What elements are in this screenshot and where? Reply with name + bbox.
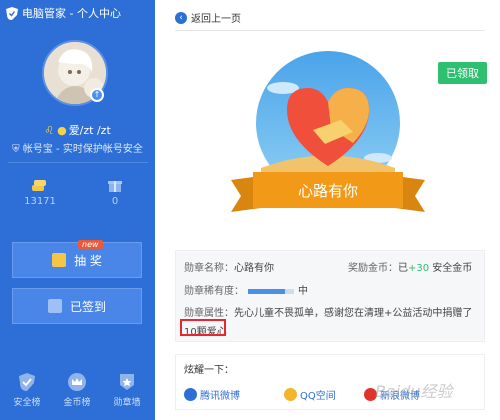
medal-name-value: 心路有你 [234,263,274,274]
reward-suffix: 安全金币 [432,263,473,274]
medal-badge-image: 心路有你 [231,51,425,212]
gifts-value: 0 [111,196,119,207]
medal-detail-panel: ‹ 返回上一页 心路有你 已领取 勋章名称：心路有你 奖励金币：已+30 安全金… [155,0,500,420]
back-label: 返回上一页 [191,14,241,25]
nav-security-rank-label: 安全榜 [13,398,41,408]
nav-coin-rank-label: 金币榜 [63,398,91,408]
medal-name-label: 勋章名称： [184,263,234,274]
watermark: Baidu经验 [375,382,453,401]
back-arrow-icon: ‹ [175,11,187,24]
username: 爱/zt /zt [68,124,111,137]
coins-stat[interactable]: 13171 [10,178,70,207]
nav-coin-rank[interactable]: 金币榜 [52,372,102,408]
checkin-icon [47,299,62,313]
coins-value: 13171 [24,196,56,207]
lottery-label: 抽 奖 [74,253,102,268]
upload-icon[interactable]: ↑ [90,88,104,102]
tencent-weibo-icon [184,388,197,401]
claimed-badge: 已领取 [438,62,487,84]
share-qzone-label: QQ空间 [300,391,336,402]
reward-label: 奖励金币： [348,263,398,274]
rarity-level: 中 [298,286,308,297]
share-tencent-weibo[interactable]: 腾讯微博 [184,387,240,402]
rarity-progress-fill [248,288,285,294]
lock-icon: ⛨ [12,144,20,155]
lottery-button[interactable]: 抽 奖 [12,242,142,278]
divider [175,30,485,31]
rarity-row: 勋章稀有度： 中 [184,282,308,297]
back-button[interactable]: ‹ 返回上一页 [175,10,241,25]
crown-icon [68,373,86,391]
nav-security-rank[interactable]: 安全榜 [2,372,52,408]
shield-check-icon [19,373,35,391]
coin-stack-icon [32,180,46,191]
app-logo-icon [6,6,18,20]
share-title: 炫耀一下： [184,365,234,376]
account-protection[interactable]: ⛨ 帐号宝 - 实时保护帐号安全 [0,140,155,155]
gift-icon [108,181,122,192]
attribute-row: 勋章属性：先心儿童不畏孤单，感谢您在清理+公益活动中捐赠了 [184,304,478,319]
account-protection-text: 帐号宝 - 实时保护帐号安全 [22,144,143,155]
rarity-label: 勋章稀有度： [184,286,244,297]
qzone-icon [284,388,297,401]
app-title: 电脑管家 - 个人中心 [22,7,121,20]
signin-button[interactable]: 已签到 [12,288,142,324]
app-window: 电脑管家 - 个人中心 ↑ ♌ ● 爱/zt /zt ⛨ 帐号宝 - 实时保护帐号安… [0,0,500,420]
zodiac-icon: ♌ [44,124,55,137]
user-icon: ● [57,124,67,137]
share-qzone[interactable]: QQ空间 [284,387,336,402]
medal-icon [120,374,134,390]
signin-label: 已签到 [69,299,106,314]
divider [8,162,148,163]
reward-prefix: 已 [398,263,408,274]
reward-amount: +30 [408,263,430,274]
reward-row: 奖励金币：已+30 安全金币 [348,259,472,274]
nav-medal-wall[interactable]: 勋章墙 [102,372,152,408]
share-tencent-weibo-label: 腾讯微博 [200,391,240,402]
user-name-line: ♌ ● 爱/zt /zt [0,122,155,138]
gifts-stat[interactable]: 0 [85,178,145,207]
badge-ribbon-text: 心路有你 [298,182,358,200]
new-badge: new [78,240,103,249]
sidebar: 电脑管家 - 个人中心 ↑ ♌ ● 爱/zt /zt ⛨ 帐号宝 - 实时保护帐号安… [0,0,155,420]
lottery-icon [52,253,67,267]
attribute-label: 勋章属性： [184,308,234,319]
title-bar: 电脑管家 - 个人中心 [0,0,155,26]
medal-name-row: 勋章名称：心路有你 [184,259,274,274]
nav-medal-wall-label: 勋章墙 [113,398,141,408]
attribute-text: 先心儿童不畏孤单，感谢您在清理+公益活动中捐赠了 [234,308,473,319]
highlight-box [180,319,226,336]
rarity-progress-bar [248,288,294,294]
